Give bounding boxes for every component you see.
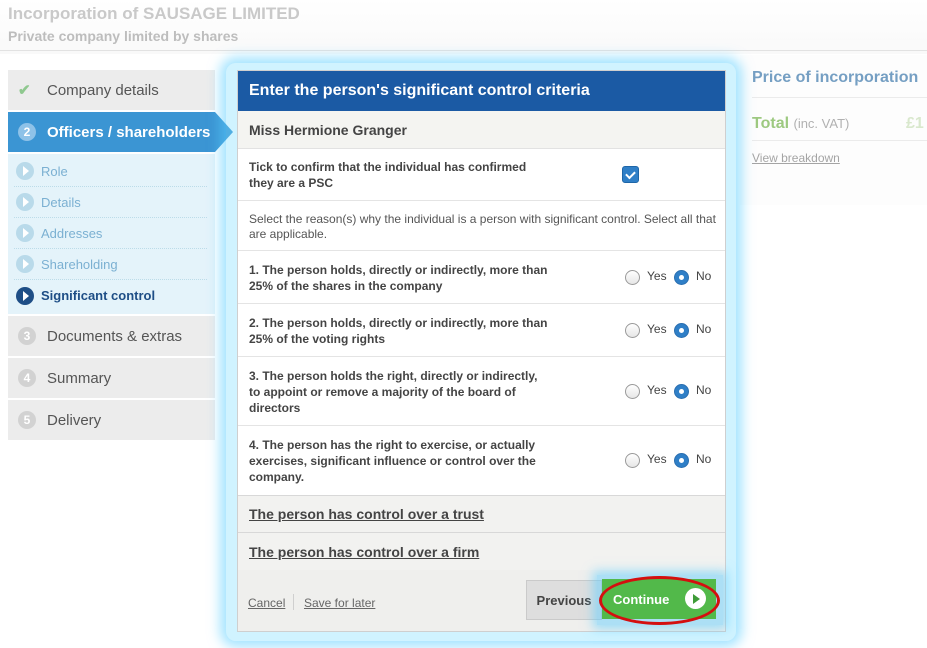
select-reasons-note: Select the reason(s) why the individual …: [238, 201, 725, 251]
footer-separator: [293, 594, 294, 610]
no-radio[interactable]: [674, 384, 689, 399]
question-row: 1. The person holds, directly or indirec…: [238, 251, 725, 304]
no-label: No: [696, 322, 712, 336]
step-number: 5: [18, 411, 36, 429]
highlight-ellipse: [599, 576, 720, 625]
substep-label: Role: [41, 163, 68, 179]
yes-label: Yes: [647, 452, 667, 466]
yes-radio[interactable]: [625, 270, 640, 285]
previous-button[interactable]: Previous: [526, 580, 602, 620]
step-officers-shareholders[interactable]: 2 Officers / shareholders: [8, 112, 233, 152]
step-label: Company details: [47, 81, 159, 99]
substep-label: Shareholding: [41, 256, 118, 272]
total-label: Total (inc. VAT): [752, 115, 849, 133]
arrow-right-icon: [16, 255, 34, 273]
arrow-right-icon: [16, 162, 34, 180]
price-divider: [752, 140, 927, 141]
step-number: 2: [18, 123, 36, 141]
question-row: 3. The person holds the right, directly …: [238, 357, 725, 426]
step-label: Officers / shareholders: [47, 123, 211, 141]
substep-details[interactable]: Details: [14, 187, 207, 218]
substep-role[interactable]: Role: [14, 156, 207, 187]
company-type: Private company limited by shares: [8, 28, 239, 44]
select-reasons-text: Select the reason(s) why the individual …: [249, 212, 716, 241]
no-radio[interactable]: [674, 453, 689, 468]
firm-control-link[interactable]: The person has control over a firm: [238, 533, 725, 571]
total-vat-note: (inc. VAT): [793, 116, 850, 131]
confirm-psc-text: Tick to confirm that the individual has …: [249, 160, 527, 190]
confirm-psc-row: Tick to confirm that the individual has …: [238, 149, 725, 201]
step-number: 4: [18, 369, 36, 387]
arrow-right-icon: [16, 193, 34, 211]
person-name: Miss Hermione Granger: [238, 111, 725, 149]
question-row: 4. The person has the right to exercise,…: [238, 426, 725, 495]
checkmark-icon: ✔: [18, 82, 31, 99]
step-label: Documents & extras: [47, 327, 183, 345]
progress-sidebar: ✔ Company details 2 Officers / sharehold…: [8, 70, 233, 442]
step-summary[interactable]: 4 Summary: [8, 358, 215, 398]
company-title: Incorporation of SAUSAGE LIMITED: [8, 4, 300, 23]
substep-shareholding[interactable]: Shareholding: [14, 249, 207, 280]
yes-radio[interactable]: [625, 384, 640, 399]
yes-label: Yes: [647, 269, 667, 283]
header-divider: [0, 50, 927, 51]
step-documents-extras[interactable]: 3 Documents & extras: [8, 316, 215, 356]
yes-label: Yes: [647, 383, 667, 397]
psc-criteria-dialog: Enter the person's significant control c…: [237, 70, 726, 632]
price-divider: [752, 97, 927, 98]
step-delivery[interactable]: 5 Delivery: [8, 400, 215, 440]
no-radio[interactable]: [674, 323, 689, 338]
question-text: 1. The person holds, directly or indirec…: [249, 263, 548, 293]
arrow-right-icon: [16, 224, 34, 242]
arrow-right-icon: [16, 286, 34, 305]
question-row: 2. The person holds, directly or indirec…: [238, 304, 725, 357]
substep-label: Significant control: [41, 288, 156, 303]
substep-label: Addresses: [41, 225, 103, 241]
dialog-title: Enter the person's significant control c…: [238, 71, 725, 111]
view-breakdown-link[interactable]: View breakdown: [752, 151, 840, 165]
question-text: 4. The person has the right to exercise,…: [249, 438, 536, 484]
yes-label: Yes: [647, 322, 667, 336]
trust-control-link[interactable]: The person has control over a trust: [238, 495, 725, 533]
no-label: No: [696, 383, 712, 397]
step-number: 3: [18, 327, 36, 345]
cancel-link[interactable]: Cancel: [248, 596, 285, 610]
no-label: No: [696, 452, 712, 466]
substep-list: Role Details Addresses Shareholding Sign…: [8, 154, 215, 314]
yes-radio[interactable]: [625, 453, 640, 468]
no-label: No: [696, 269, 712, 283]
price-title: Price of incorporation: [752, 69, 919, 86]
no-radio[interactable]: [674, 270, 689, 285]
step-label: Summary: [47, 369, 112, 387]
total-amount: £1: [906, 115, 924, 132]
substep-label: Details: [41, 194, 81, 210]
step-label: Delivery: [47, 411, 102, 429]
step-company-details[interactable]: ✔ Company details: [8, 70, 215, 110]
substep-significant-control[interactable]: Significant control: [14, 280, 207, 311]
yes-radio[interactable]: [625, 323, 640, 338]
question-text: 3. The person holds the right, directly …: [249, 369, 538, 415]
question-text: 2. The person holds, directly or indirec…: [249, 316, 548, 346]
total-text: Total: [752, 115, 790, 132]
save-for-later-link[interactable]: Save for later: [304, 596, 375, 610]
confirm-psc-checkbox[interactable]: [622, 166, 639, 183]
substep-addresses[interactable]: Addresses: [14, 218, 207, 249]
